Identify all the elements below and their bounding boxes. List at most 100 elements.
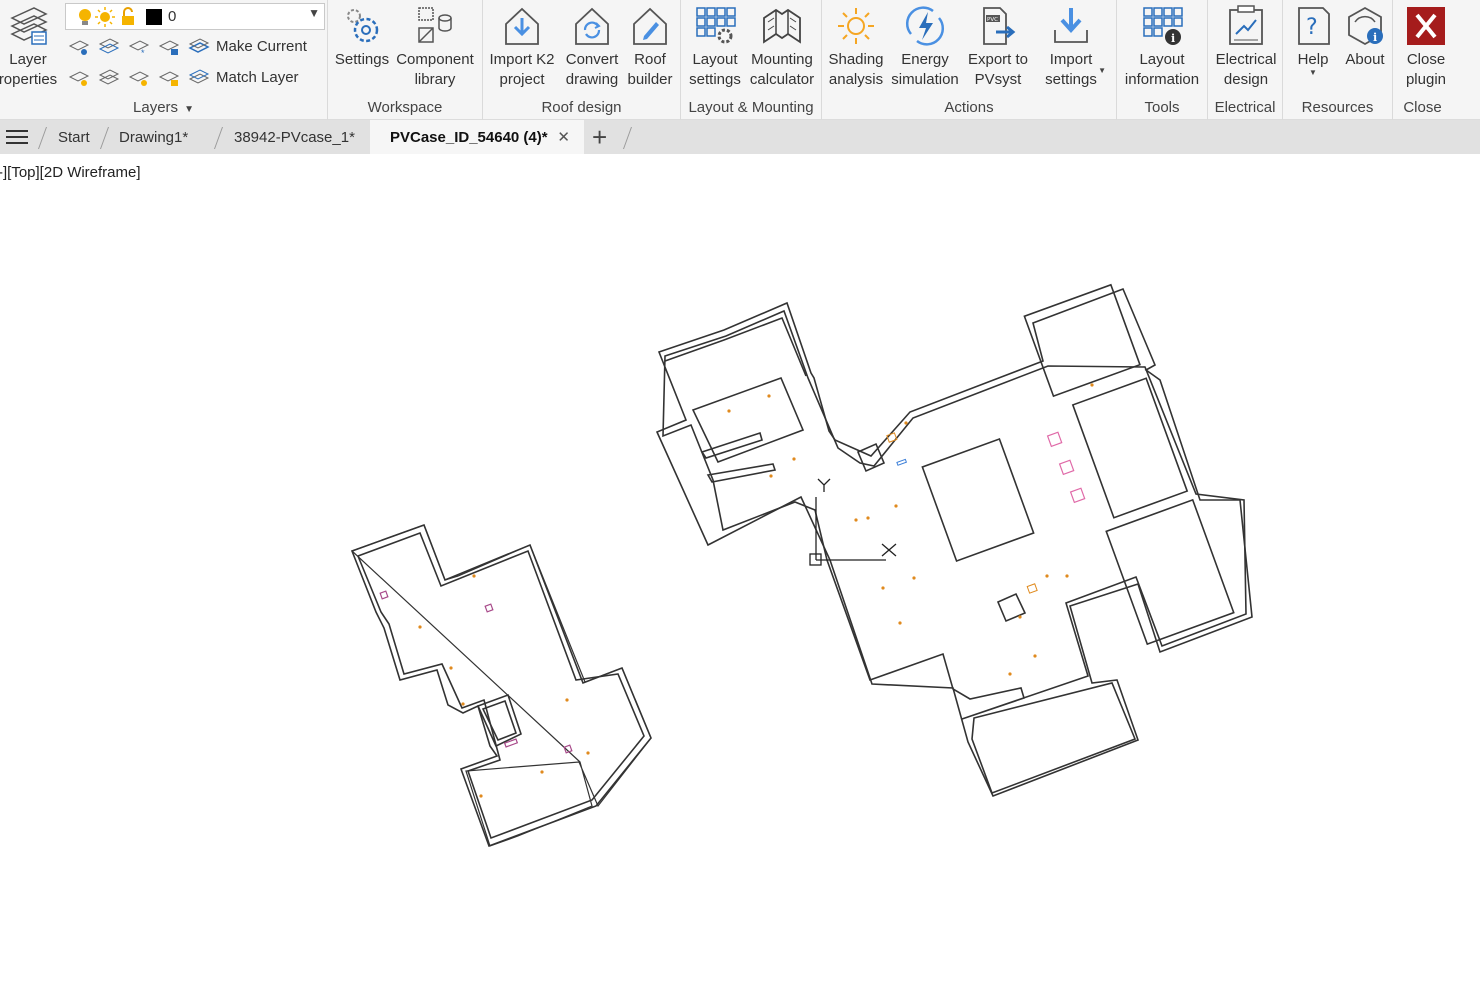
layer-lock-icon[interactable]	[158, 36, 180, 58]
component-library-icon	[418, 7, 452, 43]
layout-settings-icon	[696, 7, 736, 44]
electrical-design-button[interactable]: Electrical design	[1216, 0, 1276, 96]
unlock-icon	[122, 7, 134, 25]
layout-information-button[interactable]: i Layout information	[1125, 0, 1199, 96]
lightbulb-on-icon	[79, 9, 91, 25]
close-icon	[1407, 7, 1445, 45]
resources-panel: ? Help ▼ i About Resources	[1283, 0, 1393, 120]
tools-panel: i Layout information Tools	[1117, 0, 1208, 120]
marker-blue	[896, 458, 908, 466]
add-tab-icon[interactable]: +	[592, 120, 607, 154]
layer-thaw-icon[interactable]	[128, 67, 150, 89]
layer-on-icon[interactable]	[68, 67, 90, 89]
actions-panel-title: Actions	[944, 99, 994, 116]
workspace-panel: Settings Component library Workspace	[328, 0, 483, 120]
mounting-calculator-button[interactable]: Mounting calculator	[749, 0, 815, 96]
tab-38942-pvcase[interactable]: 38942-PVcase_1*	[234, 120, 355, 154]
svg-text:?: ?	[1306, 15, 1318, 40]
layout-information-label: Layout information	[1124, 51, 1200, 88]
tab-pvcase-id-active[interactable]: PVCase_ID_54640 (4)* ✕	[370, 120, 584, 154]
roof-builder-icon	[633, 7, 667, 45]
settings-button[interactable]: Settings	[334, 0, 390, 96]
document-tab-bar: Start Drawing1* 38942-PVcase_1* PVCase_I…	[0, 120, 1480, 154]
sun-icon	[95, 7, 115, 27]
layers-panel: Layer roperties 0 ▼ * Make Current Match…	[0, 0, 328, 120]
layer-color-swatch	[146, 9, 162, 25]
component-library-label: Component library	[396, 51, 474, 88]
layer-unlock-icon[interactable]	[158, 67, 180, 89]
gear-icon	[347, 9, 379, 43]
tools-panel-title: Tools	[1144, 99, 1180, 116]
resources-panel-title: Resources	[1301, 99, 1374, 116]
layer-properties-icon	[10, 7, 48, 45]
svg-text:i: i	[1373, 31, 1377, 44]
close-panel-title: Close	[1403, 99, 1442, 116]
layer-isolate-icon[interactable]	[98, 36, 120, 58]
layer-off-icon[interactable]	[68, 36, 90, 58]
ribbon: Layer roperties 0 ▼ * Make Current Match…	[0, 0, 1480, 120]
building-left	[350, 523, 652, 848]
pink-markers	[1046, 431, 1086, 504]
svg-text:i: i	[1171, 32, 1175, 45]
roof-builder-button[interactable]: Roof builder	[625, 0, 675, 96]
layer-dropdown[interactable]: 0 ▼	[65, 3, 325, 30]
workspace-panel-title: Workspace	[367, 99, 443, 116]
actions-panel: Shading analysis Energy simulation PVC E…	[822, 0, 1117, 120]
energy-simulation-label: Energy simulation	[891, 51, 959, 88]
export-pvsyst-button[interactable]: PVC Export to PVsyst	[968, 0, 1028, 96]
tab-separator	[622, 127, 633, 149]
electrical-design-label: Electrical design	[1215, 51, 1277, 88]
import-settings-button[interactable]: Import settings ▼	[1040, 0, 1106, 96]
tab-separator	[213, 127, 224, 149]
cad-drawing[interactable]	[0, 154, 1480, 982]
tab-label: PVCase_ID_54640 (4)*	[390, 129, 548, 146]
tab-drawing1[interactable]: Drawing1*	[119, 120, 188, 154]
mounting-calculator-label: Mounting calculator	[749, 51, 815, 88]
convert-house-icon	[575, 7, 609, 45]
tab-start[interactable]: Start	[58, 120, 90, 154]
layer-unisolate-icon[interactable]	[98, 67, 120, 89]
about-button[interactable]: i About	[1341, 0, 1389, 96]
ucs-axis-icon	[809, 478, 897, 566]
tab-separator	[37, 127, 48, 149]
layer-properties-label: Layer roperties	[0, 51, 58, 88]
export-pvsyst-label: Export to PVsyst	[967, 51, 1029, 88]
tab-close-icon[interactable]: ✕	[557, 120, 570, 156]
layers-panel-title[interactable]: Layers ▼	[0, 99, 327, 116]
drawing-canvas[interactable]: -][Top][2D Wireframe]	[0, 154, 1480, 982]
layout-mounting-panel-title: Layout & Mounting	[688, 99, 814, 116]
roof-builder-label: Roof builder	[627, 51, 673, 88]
match-layer-icon[interactable]	[188, 67, 210, 89]
svg-text:*: *	[141, 48, 145, 58]
energy-simulation-button[interactable]: Energy simulation	[891, 0, 959, 96]
close-plugin-button[interactable]: Close plugin	[1399, 0, 1453, 96]
about-icon: i	[1348, 6, 1383, 46]
roof-design-panel: Import K2 project Convert drawing Roof b…	[483, 0, 681, 120]
import-k2-button[interactable]: Import K2 project	[489, 0, 555, 96]
hamburger-menu-icon[interactable]	[6, 129, 28, 145]
energy-bolt-icon	[905, 6, 945, 46]
current-layer-value: 0	[168, 8, 177, 25]
export-file-icon: PVC	[983, 7, 1016, 45]
layout-settings-button[interactable]: Layout settings	[687, 0, 743, 96]
chevron-down-icon: ▼	[1098, 66, 1106, 75]
layer-properties-button[interactable]: Layer roperties	[0, 0, 57, 96]
import-house-icon	[505, 7, 539, 45]
component-library-button[interactable]: Component library	[396, 0, 474, 96]
electrical-panel-title: Electrical	[1214, 99, 1276, 116]
make-current-button[interactable]: Make Current	[216, 38, 307, 55]
electrical-design-icon	[1229, 5, 1263, 45]
svg-text:PVC: PVC	[987, 17, 998, 23]
close-plugin-label: Close plugin	[1405, 51, 1447, 88]
make-current-icon[interactable]	[188, 36, 210, 58]
help-button[interactable]: ? Help ▼	[1289, 0, 1337, 96]
import-icon	[1054, 8, 1088, 43]
chevron-down-icon: ▼	[1309, 68, 1317, 77]
layer-freeze-icon[interactable]: *	[128, 36, 150, 58]
shading-analysis-button[interactable]: Shading analysis	[828, 0, 884, 96]
help-icon: ?	[1298, 7, 1330, 45]
electrical-panel: Electrical design Electrical	[1208, 0, 1283, 120]
mounting-calculator-icon	[763, 8, 801, 44]
convert-drawing-button[interactable]: Convert drawing	[561, 0, 623, 96]
match-layer-button[interactable]: Match Layer	[216, 69, 299, 86]
